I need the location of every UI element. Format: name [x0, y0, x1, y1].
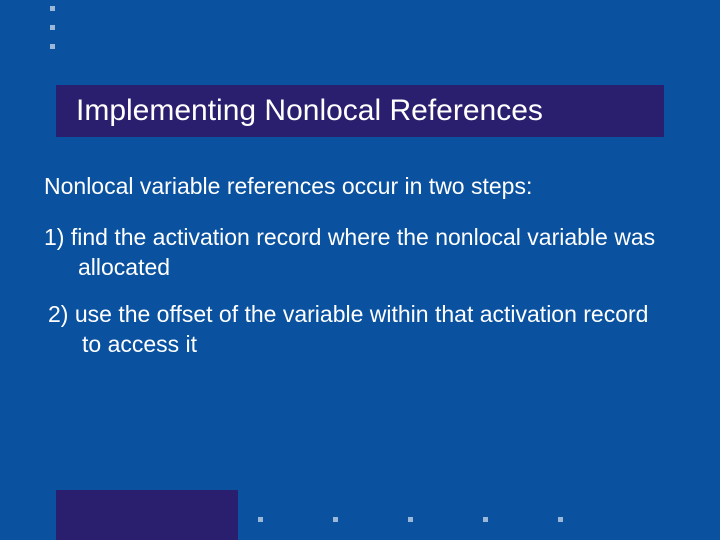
dot-icon	[558, 517, 563, 522]
slide-body: Nonlocal variable references occur in tw…	[44, 172, 660, 377]
dot-icon	[50, 44, 55, 49]
title-bar: Implementing Nonlocal References	[56, 85, 664, 137]
decoration-dots-top-left	[50, 6, 55, 49]
slide-title: Implementing Nonlocal References	[76, 94, 543, 128]
dot-icon	[258, 517, 263, 522]
dot-icon	[333, 517, 338, 522]
list-item: 1) find the activation record where the …	[44, 223, 660, 282]
dot-icon	[50, 25, 55, 30]
list-item: 2) use the offset of the variable within…	[44, 300, 660, 359]
decoration-dots-bottom	[258, 517, 563, 522]
list-item-text: 1) find the activation record where the …	[44, 223, 660, 282]
dot-icon	[408, 517, 413, 522]
intro-text: Nonlocal variable references occur in tw…	[44, 172, 660, 201]
list-item-text: 2) use the offset of the variable within…	[44, 300, 660, 359]
decoration-block-bottom	[56, 490, 238, 540]
dot-icon	[483, 517, 488, 522]
dot-icon	[50, 6, 55, 11]
